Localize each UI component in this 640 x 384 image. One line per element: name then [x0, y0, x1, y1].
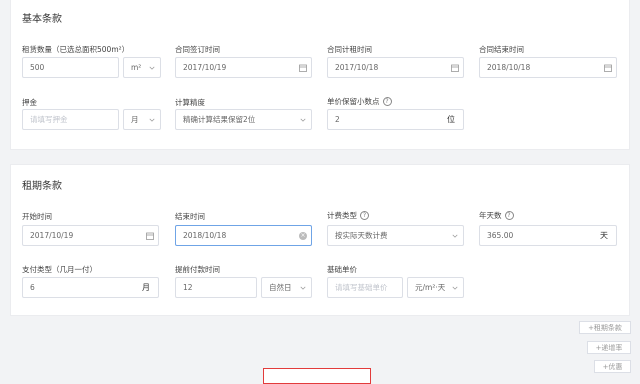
pay-type-label: 支付类型（几月一付） — [22, 265, 97, 274]
calendar-icon — [142, 232, 158, 240]
decimals-label: 单价保留小数点 ? — [327, 96, 392, 107]
calc-type-label: 计费类型 ? — [327, 210, 369, 221]
precision-value: 精确计算结果保留2位 — [183, 115, 256, 124]
lease-start-label: 开始时间 — [22, 212, 52, 221]
chevron-down-icon — [447, 233, 463, 239]
lease-end-label: 结束时间 — [175, 212, 205, 221]
base-price-input[interactable]: 请填写基础单价 — [327, 277, 403, 298]
area-unit: m² — [131, 63, 142, 72]
deposit-label: 押金 — [22, 98, 37, 107]
sign-date-value: 2017/10/19 — [183, 63, 227, 72]
sign-date-label: 合同签订时间 — [175, 45, 220, 54]
advance-label: 提前付款时间 — [175, 265, 220, 274]
help-icon[interactable]: ? — [360, 211, 369, 220]
base-price-unit-select[interactable]: 元/m²·天 — [407, 277, 464, 298]
lease-start-value: 2017/10/19 — [30, 231, 74, 240]
sign-date-input[interactable]: 2017/10/19 — [175, 57, 312, 78]
add-increase-button[interactable]: +递增率 — [587, 341, 631, 354]
help-icon[interactable]: ? — [504, 211, 514, 220]
start-date-value: 2017/10/18 — [335, 63, 379, 72]
decimals-suffix: 位 — [447, 115, 455, 124]
chevron-down-icon — [295, 117, 311, 123]
chevron-down-icon — [447, 285, 463, 291]
pay-type-value: 6 — [30, 283, 35, 292]
lease-terms-title: 租期条款 — [22, 181, 62, 192]
advance-unit: 自然日 — [269, 283, 292, 292]
lease-start-input[interactable]: 2017/10/19 — [22, 225, 159, 246]
year-days-label: 年天数 ? — [479, 210, 514, 221]
end-date-value: 2018/10/18 — [487, 63, 531, 72]
chevron-down-icon — [295, 285, 311, 291]
decimals-value: 2 — [335, 115, 340, 124]
precision-select[interactable]: 精确计算结果保留2位 — [175, 109, 312, 130]
base-price-unit: 元/m²·天 — [415, 283, 446, 292]
add-lease-terms-button[interactable]: +租期条款 — [579, 321, 631, 334]
year-days-suffix: 天 — [600, 231, 608, 240]
chevron-down-icon — [144, 65, 160, 71]
advance-value: 12 — [183, 283, 193, 292]
calc-type-select[interactable]: 按实际天数计费 — [327, 225, 464, 246]
highlight-box — [263, 368, 371, 384]
decimals-input[interactable]: 2 位 — [327, 109, 464, 130]
chevron-down-icon — [144, 117, 160, 123]
base-price-placeholder: 请填写基础单价 — [335, 283, 388, 292]
help-icon[interactable]: ? — [382, 97, 392, 106]
base-price-label: 基础单价 — [327, 265, 357, 274]
area-value: 500 — [30, 63, 45, 72]
calc-type-label-text: 计费类型 — [327, 211, 357, 220]
pay-type-suffix: 月 — [142, 283, 150, 292]
start-date-input[interactable]: 2017/10/18 — [327, 57, 464, 78]
end-date-input[interactable]: 2018/10/18 — [479, 57, 617, 78]
start-date-label: 合同计租时间 — [327, 45, 372, 54]
deposit-input[interactable]: 请填写押金 — [22, 109, 119, 130]
calc-type-value: 按实际天数计费 — [335, 231, 388, 240]
deposit-unit: 月 — [131, 115, 139, 124]
lease-end-input[interactable]: 2018/10/18 × — [175, 225, 312, 246]
deposit-placeholder: 请填写押金 — [30, 115, 68, 124]
basic-terms-title: 基本条款 — [22, 14, 62, 25]
year-days-input[interactable]: 365.00 天 — [479, 225, 617, 246]
area-unit-select[interactable]: m² — [123, 57, 161, 78]
calendar-icon — [600, 64, 616, 72]
pay-type-input[interactable]: 6 月 — [22, 277, 159, 298]
area-input[interactable]: 500 — [22, 57, 119, 78]
deposit-unit-select[interactable]: 月 — [123, 109, 161, 130]
year-days-value: 365.00 — [487, 231, 514, 240]
advance-unit-select[interactable]: 自然日 — [261, 277, 312, 298]
lease-end-value: 2018/10/18 — [183, 231, 227, 240]
precision-label: 计算精度 — [175, 98, 205, 107]
area-label: 租赁数量（已选总面积500m²） — [22, 45, 130, 54]
advance-input[interactable]: 12 — [175, 277, 257, 298]
add-discount-button[interactable]: +优惠 — [594, 360, 631, 373]
calendar-icon — [295, 64, 311, 72]
calendar-icon — [447, 64, 463, 72]
end-date-label: 合同结束时间 — [479, 45, 524, 54]
year-days-label-text: 年天数 — [479, 211, 502, 220]
clear-icon[interactable]: × — [295, 231, 311, 240]
decimals-label-text: 单价保留小数点 — [327, 97, 380, 106]
